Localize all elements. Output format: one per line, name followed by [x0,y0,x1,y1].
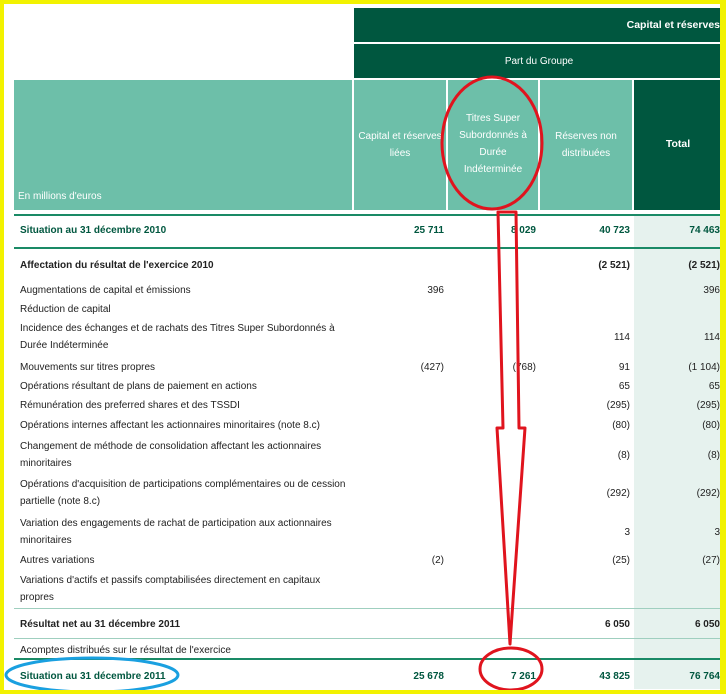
row-label: Situation au 31 décembre 2011 [20,671,166,682]
column-header-tssdi: Titres Super Subordonnés à Durée Indéter… [448,80,538,210]
cell-value: 8 029 [510,225,536,236]
row-label: Réduction de capital [20,304,111,315]
table-row: Mouvements sur titres propres (427) (768… [4,359,720,377]
part-du-groupe-header: Part du Groupe [354,44,720,78]
table-row: Rémunération des preferred shares et des… [4,397,720,415]
table-row: Autres variations (2) (25) (27) [4,552,720,570]
row-label: Autres variations [20,555,95,566]
table-row: Affectation du résultat de l'exercice 20… [4,257,720,277]
statement-frame: Capital et réserves Part du Groupe En mi… [0,0,726,694]
row-label: Opérations internes affectant les action… [20,420,320,431]
table-row: Opérations internes affectant les action… [4,417,720,435]
cell-value: (80) [702,420,720,431]
rule-before-result [14,608,720,609]
cell-value: 65 [708,381,720,392]
cell-value: 396 [427,285,444,296]
cell-value: (8) [617,450,630,461]
cell-value: 6 050 [694,619,720,630]
unit-header-cell: En millions d'euros [14,80,352,210]
column-header-total-label: Total [665,138,691,150]
cell-value: 114 [704,332,720,343]
cell-value: 40 723 [599,225,630,236]
table-row: Acomptes distribués sur le résultat de l… [4,642,720,660]
table-row: Réduction de capital [4,301,720,319]
column-header-capital-label: Capital et réserves liées [358,131,442,159]
cell-value: 43 825 [599,671,630,682]
row-label: Opérations résultant de plans de paiemen… [20,381,257,392]
row-label: Rémunération des preferred shares et des… [20,400,240,411]
cell-value: 25 678 [413,671,444,682]
capital-reserves-header: Capital et réserves [354,8,720,42]
part-du-groupe-title: Part du Groupe [504,56,574,67]
table-row: Situation au 31 décembre 2010 25 711 8 0… [4,222,720,242]
cell-value: (2) [431,555,444,566]
cell-value: 3 [624,527,630,538]
column-header-capital: Capital et réserves liées [354,80,446,210]
table-row: Variation des engagements de rachat de p… [4,515,720,551]
cell-value: (27) [702,555,720,566]
cell-value: (768) [512,362,536,373]
row-label: Opérations d'acquisition de participatio… [20,479,346,507]
cell-value: (1 104) [688,362,720,373]
rule-after-2010 [14,247,720,249]
row-label: Affectation du résultat de l'exercice 20… [20,260,214,271]
cell-value: 6 050 [604,619,630,630]
table-row: Augmentations de capital et émissions 39… [4,282,720,300]
rule-before-acomptes [14,638,720,639]
row-label: Situation au 31 décembre 2010 [20,225,167,236]
cell-value: 7 261 [510,671,536,682]
column-header-total: Total [634,80,720,210]
column-header-reserves-label: Réserves non distribuées [555,131,617,159]
cell-value: 76 764 [689,671,720,682]
cell-value: 25 711 [413,225,444,236]
cell-value: (295) [606,400,630,411]
table-row: Variations d'actifs et passifs comptabil… [4,572,720,608]
cell-value: (427) [420,362,444,373]
row-label: Changement de méthode de consolidation a… [20,441,322,469]
cell-value: (8) [707,450,720,461]
cell-value: 114 [614,332,630,343]
cell-value: 91 [618,362,630,373]
table-row: Opérations d'acquisition de participatio… [4,476,720,512]
cell-value: (2 521) [598,260,630,271]
cell-value: (80) [612,420,630,431]
table-row: Opérations résultant de plans de paiemen… [4,378,720,396]
row-label: Augmentations de capital et émissions [20,285,191,296]
row-label: Mouvements sur titres propres [20,362,156,373]
column-header-tssdi-label: Titres Super Subordonnés à Durée Indéter… [459,113,527,175]
cell-value: (25) [612,555,630,566]
table-row: Résultat net au 31 décembre 2011 6 050 6… [4,616,720,636]
cell-value: 3 [714,527,720,538]
cell-value: (292) [606,488,630,499]
table-row: Changement de méthode de consolidation a… [4,438,720,474]
cell-value: 65 [618,381,630,392]
cell-value: (2 521) [688,260,720,271]
capital-reserves-title: Capital et réserves [626,19,720,31]
row-label: Résultat net au 31 décembre 2011 [20,619,181,630]
table-row: Incidence des échanges et de rachats des… [4,320,720,356]
unit-label: En millions d'euros [18,191,102,202]
cell-value: (295) [696,400,720,411]
row-label: Acomptes distribués sur le résultat de l… [20,645,231,656]
row-label: Variation des engagements de rachat de p… [20,518,332,546]
row-label: Variations d'actifs et passifs comptabil… [20,575,321,603]
column-header-reserves: Réserves non distribuées [540,80,632,210]
table-row: Situation au 31 décembre 2011 25 678 7 2… [4,668,720,688]
rule-top [14,214,720,216]
row-label: Incidence des échanges et de rachats des… [20,323,335,351]
cell-value: (292) [696,488,720,499]
cell-value: 74 463 [689,225,720,236]
cell-value: 396 [703,285,720,296]
